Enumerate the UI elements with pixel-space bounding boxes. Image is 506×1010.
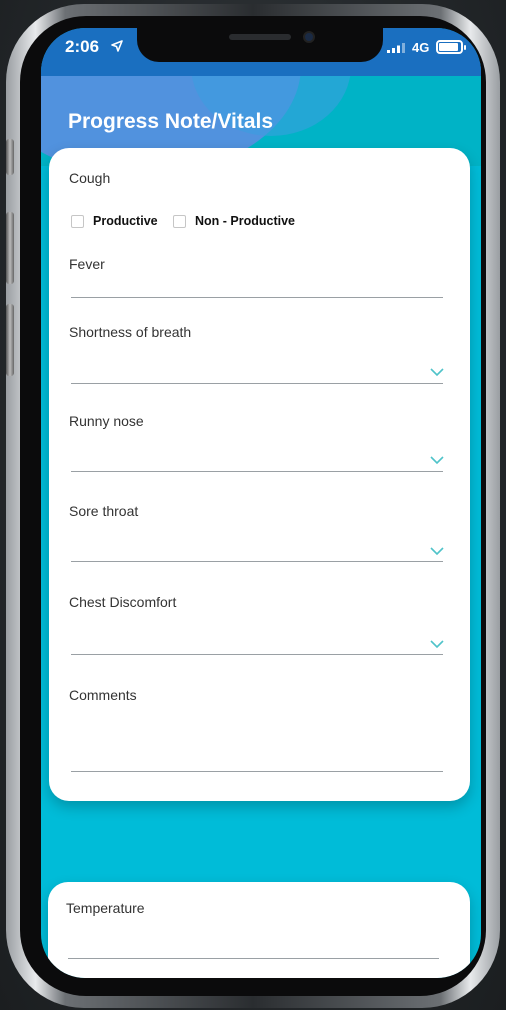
fever-input[interactable] — [71, 270, 443, 296]
temperature-underline — [68, 958, 439, 959]
side-button-volume-down — [6, 304, 14, 376]
comments-textarea[interactable] — [71, 713, 443, 769]
runny-nose-underline — [71, 471, 443, 472]
shortness-of-breath-label: Shortness of breath — [69, 324, 192, 340]
signal-bars-icon — [387, 43, 405, 53]
notch — [137, 28, 383, 62]
sore-throat-dropdown[interactable] — [71, 531, 443, 561]
speaker-grille — [229, 34, 291, 40]
page-title: Progress Note/Vitals — [68, 110, 274, 133]
comments-underline — [71, 771, 443, 772]
fever-underline — [71, 297, 443, 298]
side-button-mute — [6, 139, 14, 175]
non-productive-label: Non - Productive — [195, 214, 296, 228]
status-time: 2:06 — [65, 37, 100, 56]
checkbox-box[interactable] — [71, 214, 84, 228]
location-arrow-icon — [111, 40, 123, 52]
chevron-down-icon[interactable] — [430, 547, 444, 556]
temperature-input[interactable] — [68, 928, 439, 954]
chest-discomfort-underline — [71, 654, 443, 655]
chevron-down-icon[interactable] — [430, 368, 444, 377]
app-screen: 2:06 4G Progress Note/Vitals Cough Produ… — [41, 28, 481, 978]
shortness-of-breath-dropdown[interactable] — [71, 353, 443, 383]
vitals-card: Temperature — [48, 882, 470, 978]
battery-icon — [436, 40, 466, 54]
chevron-down-icon[interactable] — [430, 456, 444, 465]
non-productive-checkbox[interactable]: Non - Productive — [173, 214, 295, 228]
front-camera — [303, 31, 315, 43]
productive-checkbox[interactable]: Productive — [71, 214, 158, 228]
cough-label: Cough — [69, 170, 111, 186]
chest-discomfort-label: Chest Discomfort — [69, 594, 177, 610]
symptoms-card: Cough Productive Non - Productive Fever … — [49, 148, 470, 801]
chevron-down-icon[interactable] — [430, 640, 444, 649]
network-type: 4G — [412, 40, 430, 55]
status-bar: 2:06 4G — [41, 28, 481, 76]
chest-discomfort-dropdown[interactable] — [71, 624, 443, 654]
comments-label: Comments — [69, 687, 137, 703]
productive-label: Productive — [93, 214, 158, 228]
shortness-of-breath-underline — [71, 383, 443, 384]
temperature-label: Temperature — [66, 900, 145, 916]
sore-throat-underline — [71, 561, 443, 562]
sore-throat-label: Sore throat — [69, 503, 139, 519]
runny-nose-dropdown[interactable] — [71, 441, 443, 471]
side-button-volume-up — [6, 212, 14, 284]
runny-nose-label: Runny nose — [69, 413, 144, 429]
checkbox-box[interactable] — [173, 214, 186, 228]
